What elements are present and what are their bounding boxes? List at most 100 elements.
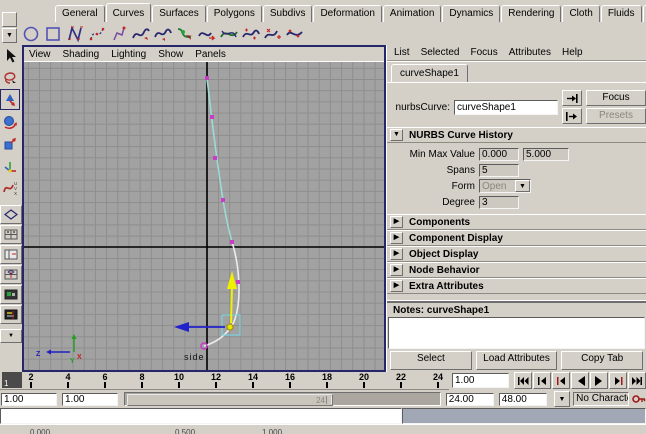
ae-menu-selected[interactable]: Selected xyxy=(421,47,460,58)
animation-end-field[interactable] xyxy=(498,392,547,406)
expand-triangle-icon[interactable]: ▶ xyxy=(390,264,403,276)
command-line-input[interactable] xyxy=(0,408,402,424)
range-slider-track[interactable]: 24 xyxy=(124,392,441,406)
go-to-end-button[interactable] xyxy=(628,372,646,389)
degree-field[interactable] xyxy=(479,195,519,209)
form-dropdown[interactable]: Open ▼ xyxy=(479,179,531,193)
section-node-behavior[interactable]: ▶ Node Behavior xyxy=(387,262,646,278)
animation-start-field[interactable] xyxy=(1,392,57,406)
insert-knot-icon[interactable] xyxy=(240,23,262,44)
scale-tool[interactable] xyxy=(0,133,20,154)
ae-menu-attributes[interactable]: Attributes xyxy=(509,47,551,58)
expand-triangle-icon[interactable]: ▶ xyxy=(390,280,403,292)
shelf-tab-fluids[interactable]: Fluids xyxy=(600,5,642,22)
single-pane-layout[interactable] xyxy=(0,205,22,224)
persp-script-layout[interactable] xyxy=(0,305,22,324)
move-tool[interactable] xyxy=(0,89,20,110)
viewport-menu-shading[interactable]: Shading xyxy=(63,49,100,60)
viewport-canvas[interactable]: Y Z X side xyxy=(24,62,384,370)
tab-curveshape1[interactable]: curveShape1 xyxy=(391,64,468,82)
rotate-tool[interactable] xyxy=(0,111,20,132)
playback-end-field[interactable] xyxy=(445,392,494,406)
persp-graph-layout[interactable] xyxy=(0,265,22,284)
current-time-field[interactable] xyxy=(452,373,509,388)
character-set-display[interactable]: No Character Set xyxy=(573,392,629,406)
step-back-frame-button[interactable] xyxy=(533,372,551,389)
shelf-tab-cloth[interactable]: Cloth xyxy=(562,5,600,22)
curve-editing-icon[interactable] xyxy=(284,23,306,44)
step-forward-key-button[interactable] xyxy=(609,372,627,389)
viewport-menu-show[interactable]: Show xyxy=(158,49,183,60)
shelf-menu-button[interactable]: ▼ xyxy=(2,28,17,43)
section-component-display[interactable]: ▶ Component Display xyxy=(387,230,646,246)
character-set-menu-button[interactable]: ▼ xyxy=(553,391,571,407)
section-nurbs-curve-history[interactable]: ▼ NURBS Curve History xyxy=(387,127,646,143)
persp-outliner-layout[interactable] xyxy=(0,245,22,264)
current-frame-indicator[interactable]: 1 xyxy=(2,372,22,388)
nurbs-square-icon[interactable] xyxy=(42,23,64,44)
range-handle[interactable] xyxy=(326,396,332,404)
show-manipulator-tool[interactable] xyxy=(0,155,20,176)
notes-textarea[interactable] xyxy=(388,317,645,349)
last-tool[interactable]: UVX xyxy=(0,177,20,198)
shelf-tab-rendering[interactable]: Rendering xyxy=(501,5,562,22)
four-pane-layout[interactable] xyxy=(0,225,22,244)
set-key-icon[interactable] xyxy=(632,393,646,405)
shelf-tab-animation[interactable]: Animation xyxy=(382,5,442,22)
attach-curves-icon[interactable] xyxy=(130,23,152,44)
cv-curve-icon[interactable] xyxy=(64,23,86,44)
copy-tab-button[interactable]: Copy Tab xyxy=(561,351,644,370)
min-value-field[interactable] xyxy=(479,147,519,161)
shelf-tab-dynamics[interactable]: Dynamics xyxy=(442,5,501,22)
add-points-icon[interactable] xyxy=(262,23,284,44)
timeline-ruler[interactable]: 1 2 4 6 8 10 12 14 16 18 20 22 24 xyxy=(0,372,449,390)
spans-field[interactable] xyxy=(479,163,519,177)
cut-curve-icon[interactable] xyxy=(174,23,196,44)
max-value-field[interactable] xyxy=(523,147,569,161)
go-to-start-button[interactable] xyxy=(514,372,532,389)
layout-menu-button[interactable]: ▼ xyxy=(0,329,22,343)
focus-button[interactable]: Focus xyxy=(586,90,646,106)
nurbs-circle-icon[interactable] xyxy=(20,23,42,44)
select-tool[interactable] xyxy=(0,45,20,66)
show-output-connections-button[interactable] xyxy=(562,108,582,124)
expand-triangle-icon[interactable]: ▶ xyxy=(390,232,403,244)
expand-triangle-icon[interactable]: ▶ xyxy=(390,216,403,228)
open-close-curve-icon[interactable] xyxy=(196,23,218,44)
ae-menu-help[interactable]: Help xyxy=(562,47,583,58)
section-components[interactable]: ▶ Components xyxy=(387,214,646,230)
viewport-menu-view[interactable]: View xyxy=(29,49,51,60)
viewport-menu-panels[interactable]: Panels xyxy=(195,49,226,60)
shelf-tab-subdivs[interactable]: Subdivs xyxy=(262,5,313,22)
shelf-tab-surfaces[interactable]: Surfaces xyxy=(152,5,206,22)
shelf-tab-curves[interactable]: Curves xyxy=(105,3,152,22)
show-input-connections-button[interactable] xyxy=(562,90,582,106)
shelf-tab-fur[interactable]: Fur xyxy=(642,5,646,22)
viewport-menu-lighting[interactable]: Lighting xyxy=(111,49,146,60)
pencil-curve-icon[interactable] xyxy=(108,23,130,44)
curve-fillet-icon[interactable] xyxy=(218,23,240,44)
shelf-switcher-button[interactable] xyxy=(2,12,17,27)
range-slider-bar[interactable]: 24 xyxy=(127,394,333,406)
lasso-tool[interactable] xyxy=(0,67,20,88)
shelf-tab-deformation[interactable]: Deformation xyxy=(313,5,382,22)
presets-button[interactable]: Presets xyxy=(586,108,646,124)
hypershade-persp-layout[interactable] xyxy=(0,285,22,304)
expand-triangle-icon[interactable]: ▶ xyxy=(390,248,403,260)
shelf-tab-general[interactable]: General xyxy=(55,5,105,22)
detach-curves-icon[interactable] xyxy=(152,23,174,44)
section-extra-attributes[interactable]: ▶ Extra Attributes xyxy=(387,278,646,294)
ae-menu-focus[interactable]: Focus xyxy=(470,47,497,58)
playback-start-field[interactable] xyxy=(62,392,118,406)
collapse-triangle-icon[interactable]: ▼ xyxy=(390,129,403,141)
section-object-display[interactable]: ▶ Object Display xyxy=(387,246,646,262)
play-forwards-button[interactable] xyxy=(590,372,608,389)
play-backwards-button[interactable] xyxy=(571,372,589,389)
node-name-input[interactable] xyxy=(454,99,558,115)
shelf-tab-polygons[interactable]: Polygons xyxy=(206,5,262,22)
select-button[interactable]: Select xyxy=(390,351,472,370)
load-attributes-button[interactable]: Load Attributes xyxy=(475,351,558,370)
step-back-key-button[interactable] xyxy=(552,372,570,389)
ae-menu-list[interactable]: List xyxy=(394,47,410,58)
ep-curve-icon[interactable] xyxy=(86,23,108,44)
